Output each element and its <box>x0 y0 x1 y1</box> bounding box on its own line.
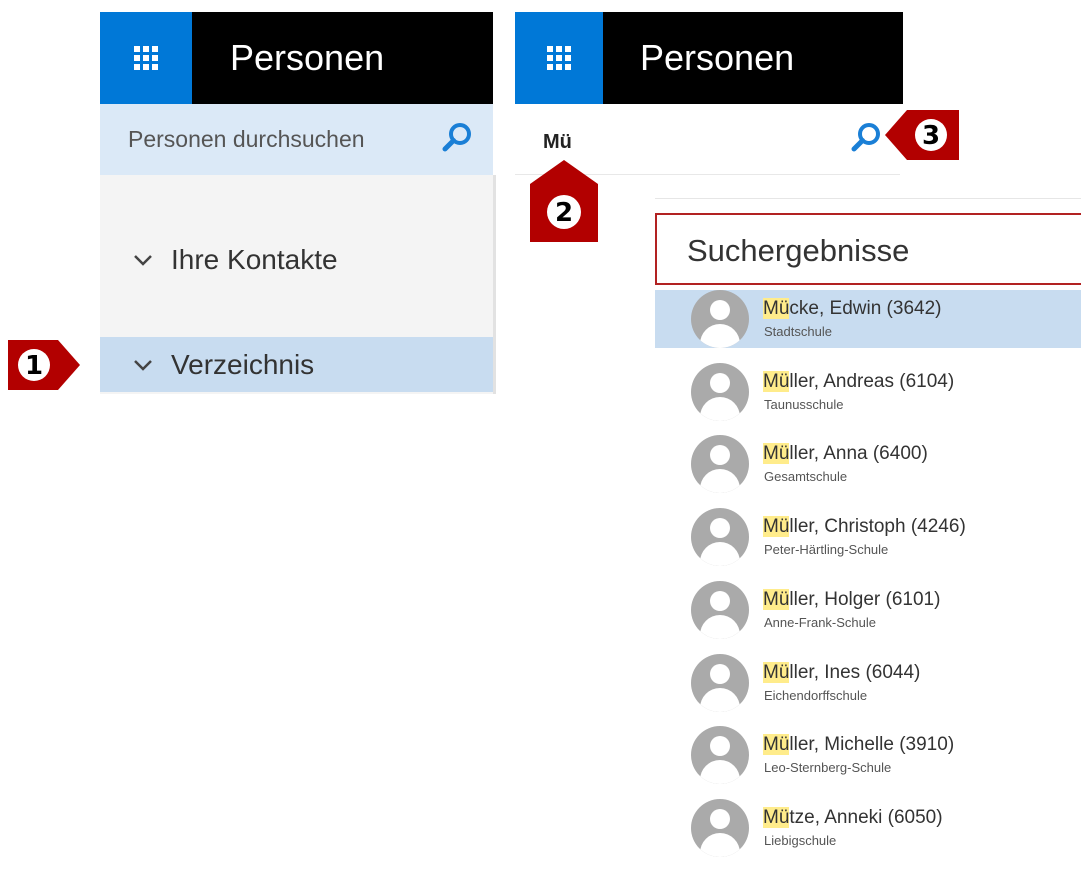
people-panel-left: Personen Personen durchsuchen Ihre Konta… <box>100 12 496 394</box>
app-title: Personen <box>640 37 795 78</box>
contact-name-rest: ller, Holger (6101) <box>789 588 941 610</box>
avatar-placeholder-icon <box>691 798 749 857</box>
contact-school: Leo-Sternberg-Schule <box>764 760 892 776</box>
nav-item-directory[interactable]: Verzeichnis <box>100 337 493 392</box>
callout-number: 1 <box>25 351 43 381</box>
search-result-item[interactable]: Müller, Michelle (3910) Leo-Sternberg-Sch… <box>655 726 1081 799</box>
contact-school: Taunusschule <box>764 396 844 412</box>
match-highlight: Mü <box>763 298 790 319</box>
contact-name-rest: ller, Michelle (3910) <box>789 734 955 756</box>
contact-school: Anne-Frank-Schule <box>764 614 876 630</box>
match-highlight: Mü <box>763 516 790 538</box>
contact-name-rest: ller, Christoph (4246) <box>789 516 966 538</box>
panel-divider <box>493 175 496 394</box>
search-result-item[interactable]: Müller, Anna (6400) Gesamtschule <box>655 435 1081 508</box>
contact-name: Mücke, Edwin (3642) <box>763 298 941 320</box>
contact-school: Eichendorffschule <box>764 687 868 703</box>
avatar-placeholder-icon <box>691 435 749 494</box>
match-highlight: Mü <box>763 370 790 392</box>
contact-name-rest: ller, Ines (6044) <box>789 661 921 683</box>
contact-name: Müller, Holger (6101) <box>763 588 941 611</box>
contact-name-rest: ller, Andreas (6104) <box>789 370 955 392</box>
contact-name: Müller, Anna (6400) <box>763 443 928 465</box>
contact-school: Stadtschule <box>764 324 832 339</box>
results-heading-text: Suchergebnisse <box>687 233 910 268</box>
app-title: Personen <box>230 37 385 78</box>
avatar-placeholder-icon <box>691 726 749 785</box>
contact-school: Peter-Härtling-Schule <box>764 542 889 558</box>
contact-name: Müller, Michelle (3910) <box>763 734 954 756</box>
search-icon[interactable] <box>441 122 473 154</box>
contact-name-rest: cke, Edwin (3642) <box>789 298 942 319</box>
match-highlight: Mü <box>763 734 790 756</box>
avatar-placeholder-icon <box>691 362 749 421</box>
nav-item-label: Verzeichnis <box>171 348 315 380</box>
search-results-heading: Suchergebnisse <box>655 213 1081 285</box>
nav-item-your-contacts[interactable]: Ihre Kontakte <box>100 232 493 287</box>
contact-school: Gesamtschule <box>764 469 848 485</box>
match-highlight: Mü <box>763 588 790 610</box>
contact-name: Müller, Ines (6044) <box>763 661 921 684</box>
search-result-item[interactable]: Mücke, Edwin (3642) Stadtschule <box>655 290 1081 348</box>
contact-name: Mütze, Anneki (6050) <box>763 806 943 829</box>
waffle-icon <box>134 46 158 70</box>
chevron-down-icon <box>134 254 152 266</box>
callout-number: 3 <box>922 121 940 151</box>
contact-name: Müller, Christoph (4246) <box>763 516 966 538</box>
search-result-item[interactable]: Müller, Holger (6101) Anne-Frank-Schule <box>655 580 1081 654</box>
callout-marker-2: 2 <box>530 160 598 242</box>
app-launcher-button[interactable] <box>515 12 603 104</box>
search-result-item[interactable]: Mütze, Anneki (6050) Liebigschule <box>655 798 1081 872</box>
search-result-item[interactable]: Müller, Andreas (6104) Taunusschule <box>655 362 1081 436</box>
avatar-placeholder-icon <box>691 653 749 712</box>
contact-name: Müller, Andreas (6104) <box>763 370 955 393</box>
divider <box>655 198 1081 199</box>
contact-name-rest: ller, Anna (6400) <box>789 443 928 465</box>
avatar-placeholder-icon <box>691 508 749 567</box>
contact-school: Liebigschule <box>764 832 837 848</box>
callout-marker-3: 3 <box>885 110 959 160</box>
search-result-item[interactable]: Müller, Ines (6044) Eichendorffschule <box>655 653 1081 727</box>
search-result-item[interactable]: Müller, Christoph (4246) Peter-Härtling-S… <box>655 508 1081 581</box>
waffle-icon <box>547 46 571 70</box>
app-launcher-button[interactable] <box>100 12 192 104</box>
nav-item-label: Ihre Kontakte <box>171 243 338 275</box>
search-box[interactable]: Personen durchsuchen <box>100 104 493 175</box>
avatar-placeholder-icon <box>691 580 749 639</box>
chevron-down-icon <box>134 359 152 371</box>
search-icon[interactable] <box>850 122 882 154</box>
match-highlight: Mü <box>763 806 790 828</box>
app-header-right: Personen <box>515 12 903 104</box>
contact-name-rest: tze, Anneki (6050) <box>789 806 943 828</box>
match-highlight: Mü <box>763 661 790 683</box>
app-header: Personen <box>100 12 493 104</box>
avatar-placeholder-icon <box>691 290 749 348</box>
match-highlight: Mü <box>763 443 790 465</box>
callout-number: 2 <box>555 198 573 228</box>
callout-marker-1: 1 <box>8 340 80 390</box>
search-placeholder: Personen durchsuchen <box>128 126 365 152</box>
